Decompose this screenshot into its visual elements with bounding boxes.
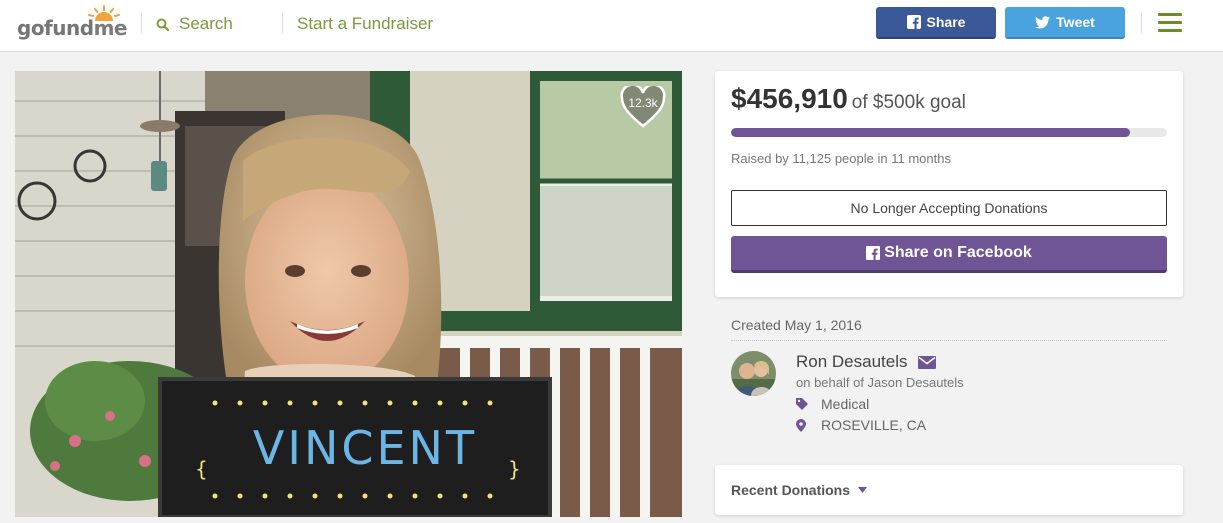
search-label: Search (179, 14, 233, 33)
gofundme-logo[interactable]: gofundme (17, 5, 127, 45)
recent-donations-toggle[interactable]: Recent Donations (731, 482, 868, 498)
progress-fill (731, 128, 1130, 137)
campaign-photo: { } VINCENT 12.3k (15, 71, 682, 517)
share-on-facebook-button[interactable]: Share on Facebook (731, 236, 1167, 273)
category-label[interactable]: Medical (821, 396, 869, 412)
hamburger-menu-icon[interactable] (1158, 13, 1182, 33)
location-label: ROSEVILLE, CA (821, 417, 927, 433)
top-header: gofundme Search Start a Fundraiser Share… (0, 0, 1223, 52)
twitter-icon (1035, 15, 1051, 28)
progress-bar (731, 128, 1167, 137)
organizer-name[interactable]: Ron Desautels (796, 352, 908, 372)
divider (1141, 13, 1142, 33)
divider (731, 340, 1167, 341)
logo-wordmark: gofundme (17, 16, 127, 40)
beneficiary-text: on behalf of Jason Desautels (796, 375, 964, 390)
search-icon (156, 18, 169, 31)
divider (282, 13, 283, 33)
tweet-label: Tweet (1056, 14, 1095, 30)
facebook-icon (866, 246, 881, 260)
svg-text:{: { (195, 457, 208, 481)
goal-text: of $500k goal (851, 92, 966, 113)
favorite-heart-button[interactable]: 12.3k (620, 86, 666, 128)
search-link[interactable]: Search (156, 12, 233, 36)
avatar[interactable] (731, 351, 776, 396)
raised-by-text: Raised by 11,125 people in 11 months (731, 151, 951, 166)
organizer-photo (731, 351, 776, 396)
amount-raised: $456,910 of $500k goal (731, 83, 966, 115)
share-label: Share (926, 14, 966, 30)
tweet-button[interactable]: Tweet (1005, 7, 1125, 39)
category-row: Medical (796, 396, 869, 412)
favorite-count: 12.3k (628, 96, 658, 110)
tag-icon (796, 398, 821, 410)
facebook-icon (906, 15, 921, 29)
start-fundraiser-link[interactable]: Start a Fundraiser (297, 12, 433, 36)
map-pin-icon (796, 418, 821, 432)
organizer: Ron Desautels (796, 352, 936, 372)
no-longer-accepting-button[interactable]: No Longer Accepting Donations (731, 190, 1167, 226)
caret-down-icon (858, 487, 868, 493)
facebook-share-button[interactable]: Share (876, 7, 996, 39)
created-date: Created May 1, 2016 (731, 317, 862, 333)
donation-card: $456,910 of $500k goal Raised by 11,125 p… (715, 71, 1183, 297)
share-on-facebook-label: Share on Facebook (884, 244, 1032, 261)
sign-text: VINCENT (252, 421, 478, 475)
divider (141, 13, 142, 33)
envelope-icon[interactable] (917, 355, 936, 369)
recent-donations-panel: Recent Donations (715, 465, 1183, 515)
location-row: ROSEVILLE, CA (796, 417, 926, 433)
raised-amount: $456,910 (731, 83, 848, 114)
recent-donations-label: Recent Donations (731, 482, 851, 498)
